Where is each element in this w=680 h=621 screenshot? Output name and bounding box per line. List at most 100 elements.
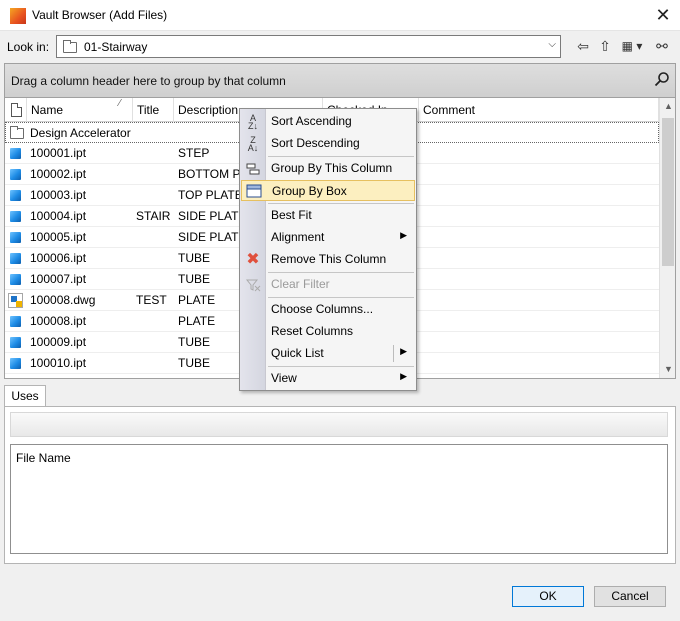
- cell-name: 100010.ipt: [30, 356, 87, 370]
- ipt-part-icon: [10, 211, 21, 222]
- column-header-label: Name: [31, 103, 64, 117]
- look-in-combo[interactable]: 01-Stairway ⌵: [56, 35, 561, 58]
- menu-item-alignment[interactable]: Alignment ▶: [241, 227, 415, 248]
- close-icon[interactable]: ✕: [652, 4, 674, 26]
- menu-item-label: Quick List: [271, 346, 324, 360]
- uses-column-header-file-name[interactable]: File Name: [16, 451, 71, 465]
- ipt-part-icon: [10, 337, 21, 348]
- menu-separator: [268, 156, 414, 157]
- header-icon-column[interactable]: [5, 98, 27, 122]
- menu-item-choose-columns[interactable]: Choose Columns...: [241, 299, 415, 320]
- cell-title: TEST: [136, 293, 167, 307]
- sort-ascending-icon: A Z↓: [248, 113, 258, 131]
- menu-item-sort-descending[interactable]: Z A↓ Sort Descending: [241, 133, 415, 154]
- sort-indicator-icon: ⁄: [119, 98, 121, 109]
- menu-item-clear-filter[interactable]: Clear Filter: [241, 274, 415, 295]
- ipt-part-icon: [10, 232, 21, 243]
- cancel-button[interactable]: Cancel: [594, 586, 666, 607]
- menu-item-label: View: [271, 371, 297, 385]
- document-icon: [11, 103, 22, 117]
- cell-title: [136, 353, 174, 374]
- look-in-label: Look in:: [7, 40, 50, 54]
- window-title: Vault Browser (Add Files): [32, 8, 168, 22]
- menu-item-reset-columns[interactable]: Reset Columns: [241, 321, 415, 342]
- cell-name: 100007.ipt: [30, 272, 87, 286]
- menu-separator: [268, 366, 414, 367]
- cell-title: [136, 311, 174, 332]
- scroll-down-icon[interactable]: ▼: [660, 361, 675, 378]
- menu-separator: [268, 203, 414, 204]
- cell-title: [136, 227, 174, 248]
- menu-item-label: Alignment: [271, 230, 325, 244]
- cell-name: 100008.ipt: [30, 314, 87, 328]
- menu-item-quick-list[interactable]: Quick List ▶: [241, 343, 415, 364]
- submenu-arrow-icon: ▶: [400, 346, 407, 356]
- column-header-label: Comment: [423, 103, 476, 117]
- group-row-label: Design Accelerator: [30, 126, 131, 140]
- menu-item-label: Best Fit: [271, 208, 312, 222]
- column-header-name[interactable]: Name: [27, 98, 133, 122]
- scroll-up-icon[interactable]: ▲: [660, 98, 675, 115]
- back-arrow-icon[interactable]: ⇦: [574, 36, 592, 56]
- cell-title: [136, 164, 174, 185]
- cell-title: [136, 185, 174, 206]
- group-by-column-icon: [246, 163, 260, 175]
- cell-title: [136, 269, 174, 290]
- menu-item-group-by-box[interactable]: Group By Box: [241, 180, 415, 201]
- folder-icon: [10, 126, 24, 139]
- vault-app-icon: [10, 8, 26, 24]
- views-menu-icon[interactable]: ▦ ▾: [617, 36, 647, 56]
- scrollbar-thumb[interactable]: [662, 118, 674, 266]
- ipt-part-icon: [10, 316, 21, 327]
- column-header-comment[interactable]: Comment: [419, 98, 659, 122]
- look-in-value: 01-Stairway: [84, 40, 148, 54]
- group-by-hint: Drag a column header here to group by th…: [11, 74, 286, 88]
- vertical-scrollbar[interactable]: ▲ ▼: [659, 98, 675, 378]
- menu-item-best-fit[interactable]: Best Fit: [241, 205, 415, 226]
- cell-name: 100006.ipt: [30, 251, 87, 265]
- cell-title: STAIR: [136, 209, 171, 223]
- ipt-part-icon: [10, 253, 21, 264]
- menu-item-label: Clear Filter: [271, 277, 330, 291]
- menu-item-view[interactable]: View ▶: [241, 368, 415, 389]
- remove-column-icon: ✖: [246, 251, 260, 268]
- tab-uses[interactable]: Uses: [4, 385, 46, 407]
- cell-name: 100004.ipt: [30, 209, 87, 223]
- menu-item-label: Remove This Column: [271, 252, 387, 266]
- cell-name: 100005.ipt: [30, 230, 87, 244]
- uses-list[interactable]: File Name: [10, 444, 668, 554]
- ok-button[interactable]: OK: [512, 586, 584, 607]
- cell-title: [136, 248, 174, 269]
- menu-item-label: Group By This Column: [271, 161, 393, 175]
- cell-name: 100009.ipt: [30, 335, 87, 349]
- ipt-part-icon: [10, 169, 21, 180]
- ipt-part-icon: [10, 148, 21, 159]
- folder-icon: [63, 40, 77, 53]
- clear-filter-icon: [245, 279, 261, 292]
- menu-item-label: Sort Ascending: [271, 114, 352, 128]
- column-header-label: Description: [178, 103, 239, 117]
- search-icon[interactable]: [654, 71, 670, 87]
- menu-item-sort-ascending[interactable]: A Z↓ Sort Ascending: [241, 111, 415, 132]
- binoculars-find-icon[interactable]: ⚯: [652, 36, 672, 56]
- cell-name: 100008.dwg: [30, 293, 96, 307]
- ipt-part-icon: [10, 358, 21, 369]
- menu-separator: [268, 297, 414, 298]
- cell-name: 100001.ipt: [30, 146, 87, 160]
- menu-item-remove-this-column[interactable]: ✖ Remove This Column: [241, 249, 415, 270]
- chevron-down-icon: ⌵: [548, 39, 556, 50]
- cell-title: [136, 143, 174, 164]
- menu-item-label: Choose Columns...: [271, 302, 374, 316]
- menu-item-group-by-this-column[interactable]: Group By This Column: [241, 158, 415, 179]
- column-header-title[interactable]: Title: [133, 98, 174, 122]
- up-folder-icon[interactable]: ⇧: [596, 36, 614, 56]
- ipt-part-icon: [10, 190, 21, 201]
- menu-separator: [268, 272, 414, 273]
- split-divider: [393, 345, 394, 362]
- sort-descending-icon: Z A↓: [247, 135, 259, 153]
- uses-toolbar: [10, 412, 668, 437]
- column-header-label: Title: [137, 103, 160, 117]
- cell-name: 100002.ipt: [30, 167, 87, 181]
- cell-name: 100003.ipt: [30, 188, 87, 202]
- cell-title: [136, 332, 174, 353]
